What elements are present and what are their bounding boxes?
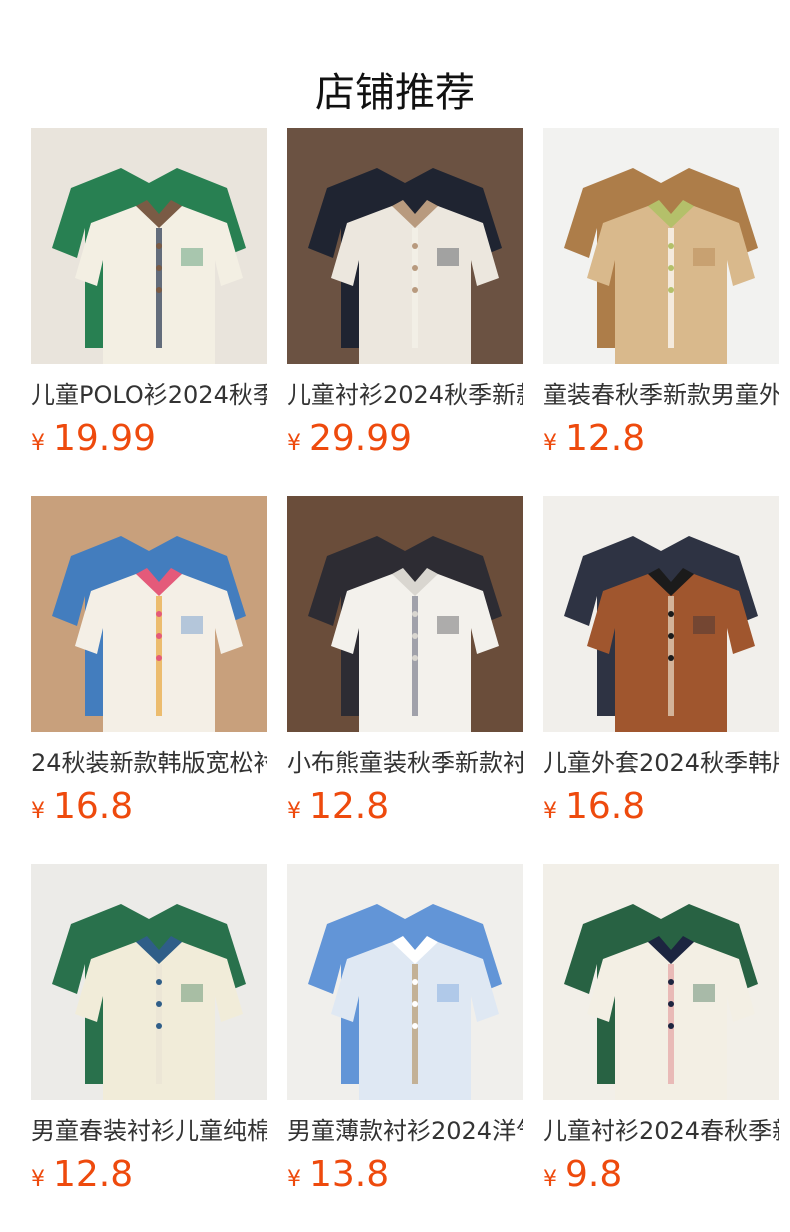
child-model-image bbox=[31, 496, 267, 732]
product-card[interactable]: 儿童外套2024秋季韩版 ¥16.8 bbox=[543, 496, 779, 828]
product-card[interactable]: 男童春装衬衫儿童纯棉 ¥12.8 bbox=[31, 864, 267, 1196]
product-card[interactable]: 男童薄款衬衫2024洋气 ¥13.8 bbox=[287, 864, 523, 1196]
product-image[interactable] bbox=[287, 496, 523, 732]
polo-shirts-image bbox=[31, 128, 267, 364]
price-value: 16.8 bbox=[565, 786, 646, 827]
product-name[interactable]: 24秋装新款韩版宽松衬衫 bbox=[31, 746, 267, 780]
product-price: ¥9.8 bbox=[543, 1154, 779, 1196]
product-name[interactable]: 儿童衬衫2024秋季新款 bbox=[287, 378, 523, 412]
bear-print-shirt-image bbox=[31, 864, 267, 1100]
currency-symbol: ¥ bbox=[543, 431, 557, 456]
gingham-hoodie-image bbox=[543, 128, 779, 364]
product-name[interactable]: 儿童POLO衫2024秋季新款 bbox=[31, 378, 267, 412]
color-shirts-image bbox=[543, 864, 779, 1100]
product-card[interactable]: 儿童衬衫2024春秋季新款 ¥9.8 bbox=[543, 864, 779, 1196]
price-value: 29.99 bbox=[309, 418, 413, 459]
product-price: ¥13.8 bbox=[287, 1154, 523, 1196]
product-card[interactable]: 童装春秋季新款男童外套 ¥12.8 bbox=[543, 128, 779, 460]
product-price: ¥12.8 bbox=[543, 418, 779, 460]
product-image[interactable] bbox=[31, 128, 267, 364]
product-name[interactable]: 小布熊童装秋季新款衬衫 bbox=[287, 746, 523, 780]
product-image[interactable] bbox=[543, 864, 779, 1100]
product-image[interactable] bbox=[543, 128, 779, 364]
product-card[interactable]: 儿童衬衫2024秋季新款 ¥29.99 bbox=[287, 128, 523, 460]
currency-symbol: ¥ bbox=[31, 1167, 45, 1192]
currency-symbol: ¥ bbox=[287, 1167, 301, 1192]
price-value: 19.99 bbox=[53, 418, 157, 459]
price-value: 9.8 bbox=[565, 1154, 623, 1195]
price-value: 12.8 bbox=[309, 786, 390, 827]
currency-symbol: ¥ bbox=[543, 1167, 557, 1192]
plaid-shirt-image bbox=[287, 496, 523, 732]
product-name[interactable]: 儿童衬衫2024春秋季新款 bbox=[543, 1114, 779, 1148]
product-card[interactable]: 24秋装新款韩版宽松衬衫 ¥16.8 bbox=[31, 496, 267, 828]
jackets-image bbox=[543, 496, 779, 732]
product-name[interactable]: 儿童外套2024秋季韩版 bbox=[543, 746, 779, 780]
price-value: 12.8 bbox=[565, 418, 646, 459]
currency-symbol: ¥ bbox=[543, 799, 557, 824]
price-value: 16.8 bbox=[53, 786, 134, 827]
currency-symbol: ¥ bbox=[31, 431, 45, 456]
currency-symbol: ¥ bbox=[287, 431, 301, 456]
product-price: ¥12.8 bbox=[287, 786, 523, 828]
page-title: 店铺推荐 bbox=[315, 69, 475, 116]
price-value: 12.8 bbox=[53, 1154, 134, 1195]
product-name[interactable]: 男童薄款衬衫2024洋气 bbox=[287, 1114, 523, 1148]
shirts-image bbox=[287, 128, 523, 364]
product-name[interactable]: 男童春装衬衫儿童纯棉 bbox=[31, 1114, 267, 1148]
product-card[interactable]: 儿童POLO衫2024秋季新款 ¥19.99 bbox=[31, 128, 267, 460]
product-card[interactable]: 小布熊童装秋季新款衬衫 ¥12.8 bbox=[287, 496, 523, 828]
currency-symbol: ¥ bbox=[31, 799, 45, 824]
product-price: ¥19.99 bbox=[31, 418, 267, 460]
currency-symbol: ¥ bbox=[287, 799, 301, 824]
product-price: ¥29.99 bbox=[287, 418, 523, 460]
product-image[interactable] bbox=[31, 864, 267, 1100]
striped-shirt-image bbox=[287, 864, 523, 1100]
product-image[interactable] bbox=[31, 496, 267, 732]
price-value: 13.8 bbox=[309, 1154, 390, 1195]
product-image[interactable] bbox=[543, 496, 779, 732]
product-price: ¥12.8 bbox=[31, 1154, 267, 1196]
product-price: ¥16.8 bbox=[543, 786, 779, 828]
product-price: ¥16.8 bbox=[31, 786, 267, 828]
product-image[interactable] bbox=[287, 128, 523, 364]
product-name[interactable]: 童装春秋季新款男童外套 bbox=[543, 378, 779, 412]
product-image[interactable] bbox=[287, 864, 523, 1100]
